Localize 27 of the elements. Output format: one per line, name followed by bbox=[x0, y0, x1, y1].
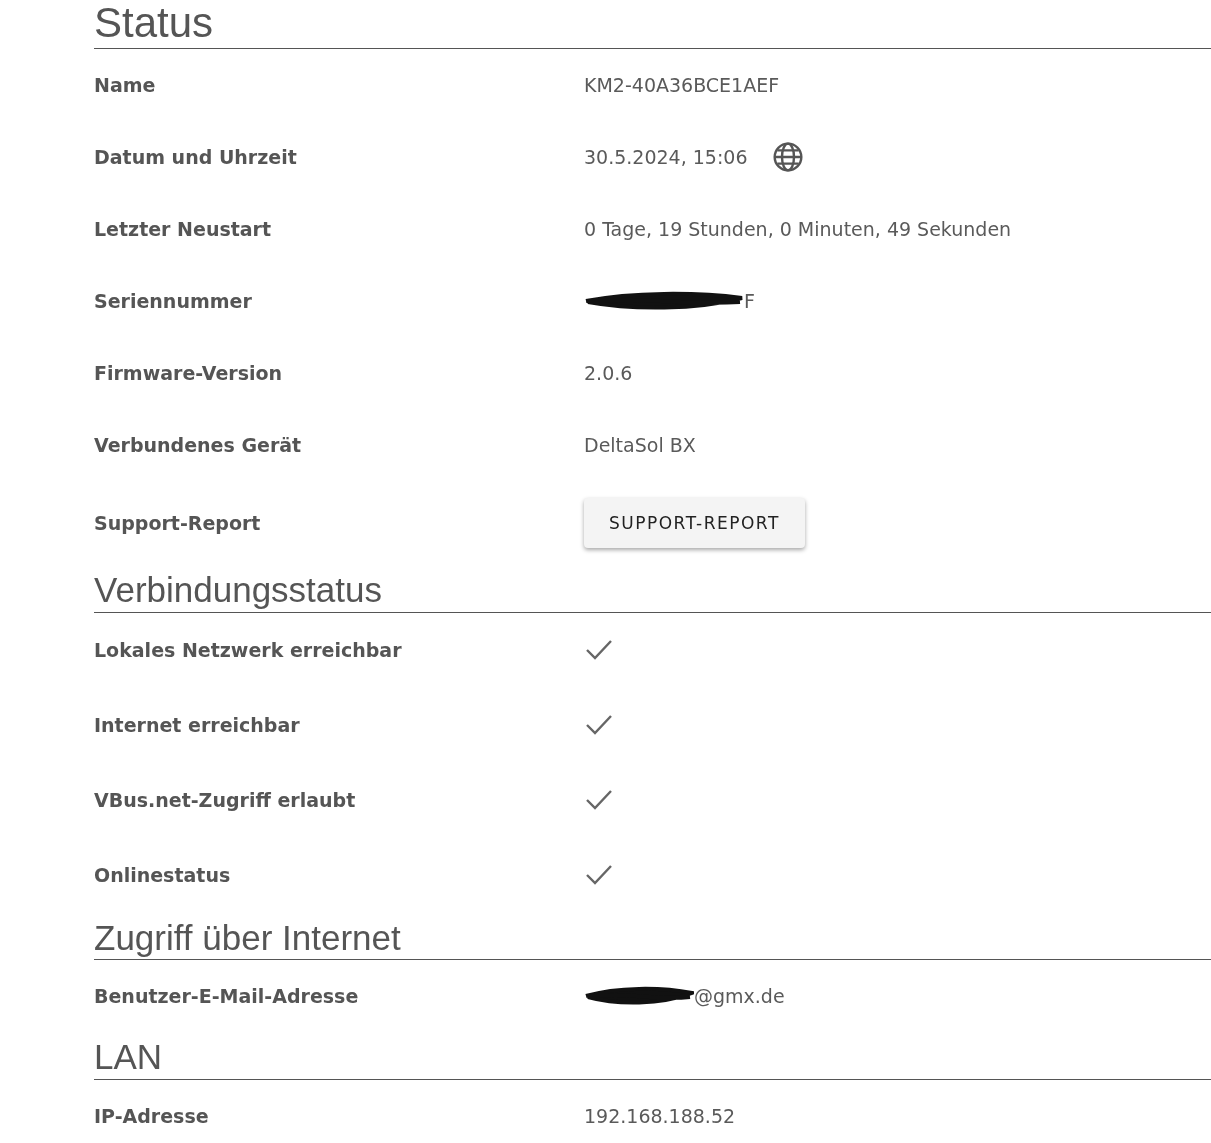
section-heading: LAN bbox=[94, 1038, 1211, 1080]
field-label: Name bbox=[94, 74, 157, 97]
field-value: KM2-40A36BCE1AEF bbox=[584, 74, 780, 97]
field-value: 2.0.6 bbox=[584, 362, 633, 385]
field-value: 0 Tage, 19 Stunden, 0 Minuten, 49 Sekunden bbox=[584, 218, 1012, 241]
field-value: @gmx.de bbox=[694, 985, 785, 1008]
globe-icon[interactable] bbox=[771, 141, 804, 174]
field-label: Letzter Neustart bbox=[94, 218, 273, 241]
section-heading: Status bbox=[94, 0, 1211, 50]
field-label: IP-Adresse bbox=[94, 1104, 210, 1127]
field-value: 30.5.2024, 15:06 bbox=[584, 146, 748, 169]
field-label: Internet erreichbar bbox=[94, 714, 301, 737]
field-label: Datum und Uhrzeit bbox=[94, 146, 298, 169]
support-report-button[interactable]: SUPPORT-REPORT bbox=[584, 498, 805, 549]
field-label: Lokales Netzwerk erreichbar bbox=[94, 639, 403, 662]
field-label: Firmware-Version bbox=[94, 362, 284, 385]
field-label: Support-Report bbox=[94, 512, 262, 535]
field-value: DeltaSol BX bbox=[584, 434, 696, 457]
field-label: Verbundenes Gerät bbox=[94, 434, 303, 457]
field-value: F bbox=[744, 290, 755, 313]
field-value: 192.168.188.52 bbox=[584, 1104, 736, 1127]
field-label: Benutzer-E-Mail-Adresse bbox=[94, 985, 360, 1008]
section-heading: Verbindungsstatus bbox=[94, 571, 1211, 613]
section-heading: Zugriff über Internet bbox=[94, 918, 1211, 961]
field-label: Onlinestatus bbox=[94, 864, 232, 887]
field-label: VBus.net-Zugriff erlaubt bbox=[94, 789, 357, 812]
field-label: Seriennummer bbox=[94, 290, 253, 313]
